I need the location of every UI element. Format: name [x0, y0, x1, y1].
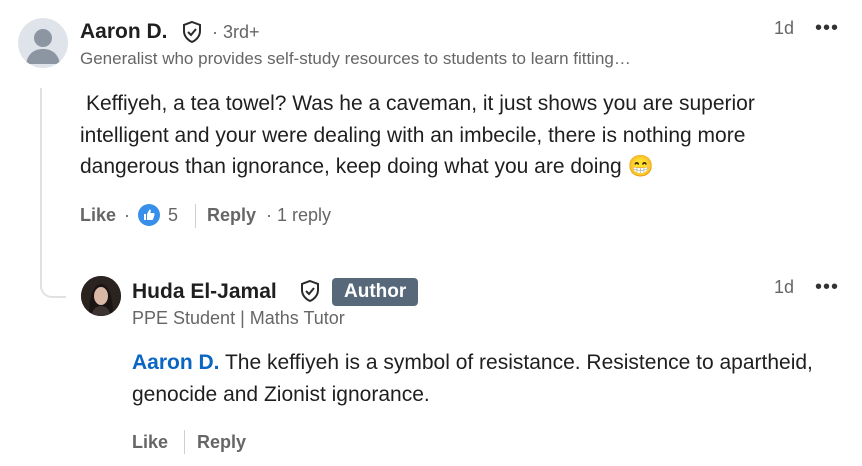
replies-count-link[interactable]: · 1 reply: [266, 205, 331, 226]
like-button[interactable]: Like: [80, 205, 116, 226]
action-divider: [184, 430, 185, 454]
mention-link[interactable]: Aaron D.: [132, 351, 220, 374]
more-options-icon[interactable]: •••: [815, 276, 839, 299]
reaction-count[interactable]: 5: [168, 205, 178, 226]
verified-shield-icon: [180, 20, 204, 49]
grinning-emoji-icon: 😁: [627, 155, 654, 178]
reply-text: Aaron D. The keffiyeh is a symbol of res…: [132, 347, 832, 410]
more-options-icon[interactable]: •••: [815, 17, 839, 40]
verified-shield-icon: [298, 279, 322, 308]
commenter-headline: Generalist who provides self-study resou…: [80, 49, 631, 68]
action-divider: [195, 204, 196, 228]
reply-body: The keffiyeh is a symbol of resistance. …: [132, 351, 813, 406]
thread-connector: [40, 88, 66, 298]
avatar[interactable]: [81, 276, 121, 316]
reply-author-headline: PPE Student | Maths Tutor: [132, 308, 345, 328]
comment-text: Keffiyeh, a tea towel? Was he a caveman,…: [80, 88, 840, 183]
comment-timestamp: 1d: [774, 18, 795, 38]
author-badge: Author: [332, 278, 419, 306]
reaction-separator: ·: [124, 205, 130, 225]
reply-button[interactable]: Reply: [197, 432, 246, 453]
reply-button[interactable]: Reply: [207, 205, 256, 226]
avatar[interactable]: [18, 18, 68, 68]
commenter-name[interactable]: Aaron D.: [80, 20, 168, 44]
connection-degree: · 3rd+: [212, 22, 260, 42]
like-button[interactable]: Like: [132, 432, 168, 453]
thumbs-up-icon[interactable]: [137, 203, 161, 232]
reply-timestamp: 1d: [774, 277, 795, 297]
reply-author-name[interactable]: Huda El-Jamal: [132, 280, 277, 304]
